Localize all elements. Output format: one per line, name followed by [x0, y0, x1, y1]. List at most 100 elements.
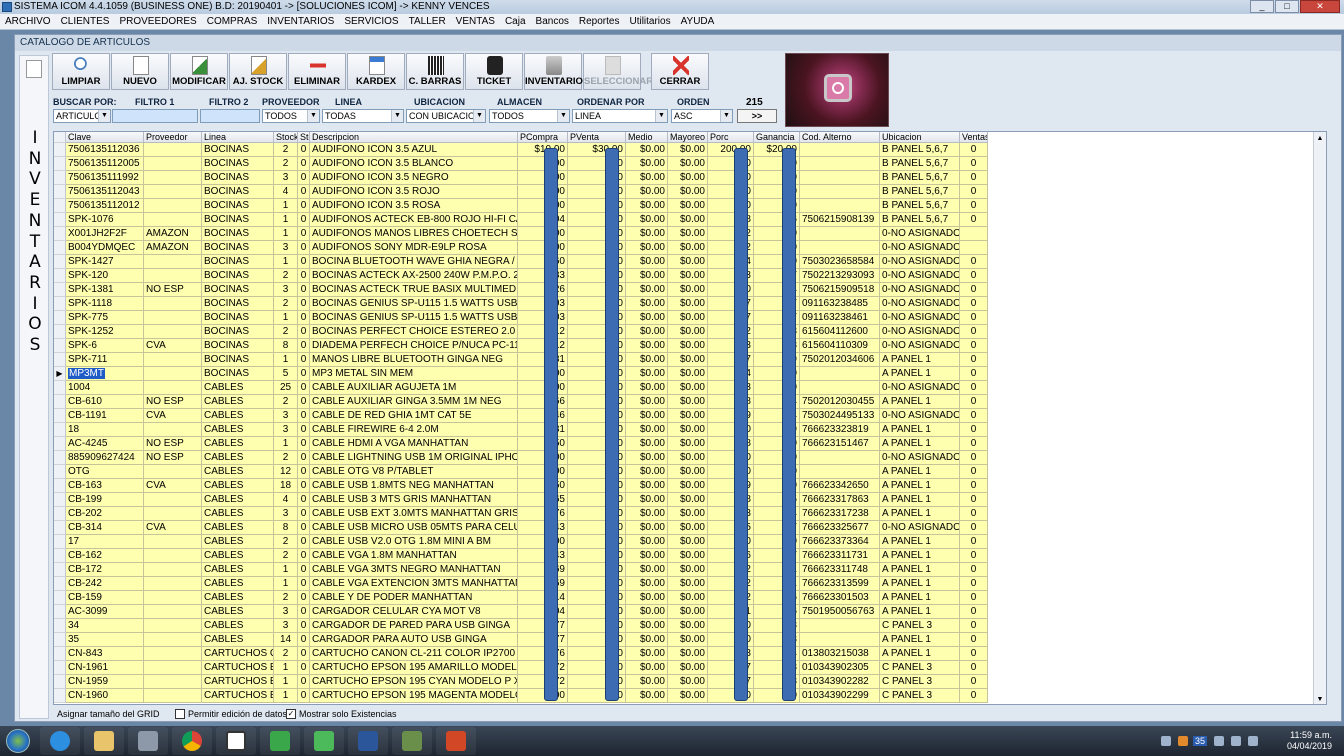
grid-cell-descripcion[interactable]: CABLE VGA 3MTS NEGRO MANHATTAN [310, 563, 518, 577]
grid-cell-proveedor[interactable] [144, 199, 202, 213]
grid-cell-pcompra[interactable]: .00 [518, 241, 568, 255]
filtro2-input[interactable] [200, 109, 260, 123]
table-row[interactable]: CN-1961CARTUCHOS EF10CARTUCHO EPSON 195 … [54, 661, 1326, 675]
grid-cell-ubicacion[interactable]: A PANEL 1 [880, 437, 960, 451]
table-row[interactable]: SPK-1076 BOCINAS 1 0 AUDIFONOS ACTECK EB-800… [54, 213, 1326, 227]
table-row[interactable]: 7506135112012 BOCINAS 1 0 AUDIFONO ICON 3.5 … [54, 199, 1326, 213]
grid-cell-mayoreo[interactable]: $0.00 [668, 227, 708, 241]
grid-cell-clave[interactable]: CN-1960 [66, 689, 144, 703]
grid-cell-pcompra[interactable]: $10.00 [518, 143, 568, 157]
grid-cell-mayoreo[interactable]: $0.00 [668, 437, 708, 451]
grid-cell-mayoreo[interactable]: $0.00 [668, 633, 708, 647]
grid-cell-sto[interactable]: 0 [298, 507, 310, 521]
grid-cell-stock[interactable]: 8 [274, 521, 298, 535]
toolbar-button-limpiar[interactable]: LIMPIAR [52, 53, 110, 90]
grid-cell-stock[interactable]: 1 [274, 689, 298, 703]
table-row[interactable]: 885909627424 NO ESP CABLES 2 0 CABLE LIGHTNIN… [54, 451, 1326, 465]
grid-cell-ubicacion[interactable]: 0-NO ASIGNADO [880, 283, 960, 297]
grid-cell-clave[interactable]: 1004 [66, 381, 144, 395]
grid-cell-clave[interactable]: SPK-1427 [66, 255, 144, 269]
grid-cell-mayoreo[interactable]: $0.00 [668, 661, 708, 675]
grid-cell-ventas[interactable]: 0 [960, 465, 988, 479]
grid-cell-sto[interactable]: 0 [298, 661, 310, 675]
grid-cell-ubicacion[interactable]: C PANEL 3 [880, 689, 960, 703]
grid-cell-medio[interactable]: $0.00 [626, 171, 668, 185]
grid-cell-sto[interactable]: 0 [298, 339, 310, 353]
grid-cell-proveedor[interactable] [144, 143, 202, 157]
grid-cell-descripcion[interactable]: AUDIFONOS SONY MDR-E9LP ROSA [310, 241, 518, 255]
table-row[interactable]: CB-610 NO ESP CABLES 2 0 CABLE AUXILIAR GINGA… [54, 395, 1326, 409]
grid-cell-cod-alterno[interactable]: 615604112600 [800, 325, 880, 339]
grid-cell-stock[interactable]: 2 [274, 535, 298, 549]
grid-cell-linea[interactable]: BOCINAS [202, 171, 274, 185]
grid-cell-medio[interactable]: $0.00 [626, 143, 668, 157]
grid-cell-descripcion[interactable]: AUDIFONO ICON 3.5 AZUL [310, 143, 518, 157]
column-header-linea[interactable]: Linea [202, 132, 274, 143]
grid-cell-sto[interactable]: 0 [298, 367, 310, 381]
row-indicator[interactable] [54, 381, 66, 395]
toolbar-button-c-barras[interactable]: C. BARRAS [406, 53, 464, 90]
grid-cell-ubicacion[interactable]: 0-NO ASIGNADO [880, 297, 960, 311]
only-stock-checkbox[interactable]: ✓ [286, 709, 296, 719]
grid-cell-linea[interactable]: BOCINAS [202, 367, 274, 381]
grid-cell-ventas[interactable]: 0 [960, 283, 988, 297]
grid-cell-sto[interactable]: 0 [298, 535, 310, 549]
grid-cell-proveedor[interactable]: AMAZON [144, 241, 202, 255]
grid-cell-proveedor[interactable]: CVA [144, 521, 202, 535]
grid-cell-mayoreo[interactable]: $0.00 [668, 171, 708, 185]
grid-cell-ubicacion[interactable]: A PANEL 1 [880, 367, 960, 381]
grid-cell-medio[interactable]: $0.00 [626, 157, 668, 171]
grid-cell-pcompra[interactable]: .00 [518, 227, 568, 241]
grid-cell-linea[interactable]: CABLES [202, 563, 274, 577]
grid-cell-cod-alterno[interactable] [800, 185, 880, 199]
toolbar-button-kardex[interactable]: KARDEX [347, 53, 405, 90]
scroll-up-icon[interactable]: ▲ [1314, 132, 1326, 145]
grid-cell-pcompra[interactable]: .72 [518, 675, 568, 689]
row-indicator[interactable] [54, 493, 66, 507]
grid-cell-linea[interactable]: CABLES [202, 479, 274, 493]
linea-select[interactable]: TODAS ▼ [322, 109, 404, 123]
grid-cell-ventas[interactable]: 0 [960, 339, 988, 353]
row-indicator[interactable] [54, 311, 66, 325]
grid-cell-pcompra[interactable]: .76 [518, 647, 568, 661]
row-indicator[interactable] [54, 255, 66, 269]
grid-cell-ventas[interactable]: 0 [960, 689, 988, 703]
grid-cell-pcompra[interactable]: .03 [518, 297, 568, 311]
grid-cell-linea[interactable]: CABLES [202, 423, 274, 437]
grid-cell-linea[interactable]: CARTUCHOS CA [202, 647, 274, 661]
toolbar-button-ticket[interactable]: TICKET [465, 53, 523, 90]
grid-cell-sto[interactable]: 0 [298, 647, 310, 661]
grid-cell-proveedor[interactable] [144, 213, 202, 227]
grid-cell-pcompra[interactable]: .50 [518, 437, 568, 451]
table-row[interactable]: AC-3099 CABLES 3 0 CARGADOR CELULAR CYA MOT … [54, 605, 1326, 619]
grid-cell-sto[interactable]: 0 [298, 157, 310, 171]
grid-cell-proveedor[interactable] [144, 171, 202, 185]
grid-cell-sto[interactable]: 0 [298, 675, 310, 689]
grid-cell-proveedor[interactable]: CVA [144, 409, 202, 423]
grid-cell-ventas[interactable]: 0 [960, 353, 988, 367]
grid-cell-descripcion[interactable]: CARTUCHO EPSON 195 CYAN MODELO P XP2 [310, 675, 518, 689]
grid-cell-pcompra[interactable]: .00 [518, 465, 568, 479]
grid-cell-cod-alterno[interactable]: 766623301503 [800, 591, 880, 605]
grid-cell-sto[interactable]: 0 [298, 465, 310, 479]
grid-cell-mayoreo[interactable]: $0.00 [668, 479, 708, 493]
row-indicator[interactable] [54, 185, 66, 199]
taskbar-pdf[interactable] [436, 727, 476, 755]
grid-cell-pcompra[interactable]: .04 [518, 605, 568, 619]
grid-cell-sto[interactable]: 0 [298, 423, 310, 437]
grid-cell-clave[interactable]: SPK-775 [66, 311, 144, 325]
row-indicator[interactable] [54, 395, 66, 409]
grid-cell-proveedor[interactable] [144, 465, 202, 479]
grid-cell-sto[interactable]: 0 [298, 143, 310, 157]
grid-cell-mayoreo[interactable]: $0.00 [668, 353, 708, 367]
grid-cell-cod-alterno[interactable] [800, 465, 880, 479]
grid-cell-pcompra[interactable]: .76 [518, 507, 568, 521]
grid-cell-clave[interactable]: SPK-1118 [66, 297, 144, 311]
grid-cell-pcompra[interactable]: .43 [518, 521, 568, 535]
grid-cell-ventas[interactable]: 0 [960, 493, 988, 507]
grid-cell-ventas[interactable]: 0 [960, 549, 988, 563]
table-row[interactable]: 7506135112005 BOCINAS 2 0 AUDIFONO ICON 3.5 … [54, 157, 1326, 171]
grid-cell-proveedor[interactable] [144, 591, 202, 605]
grid-cell-cod-alterno[interactable] [800, 451, 880, 465]
grid-cell-descripcion[interactable]: AUDIFONO ICON 3.5 BLANCO [310, 157, 518, 171]
